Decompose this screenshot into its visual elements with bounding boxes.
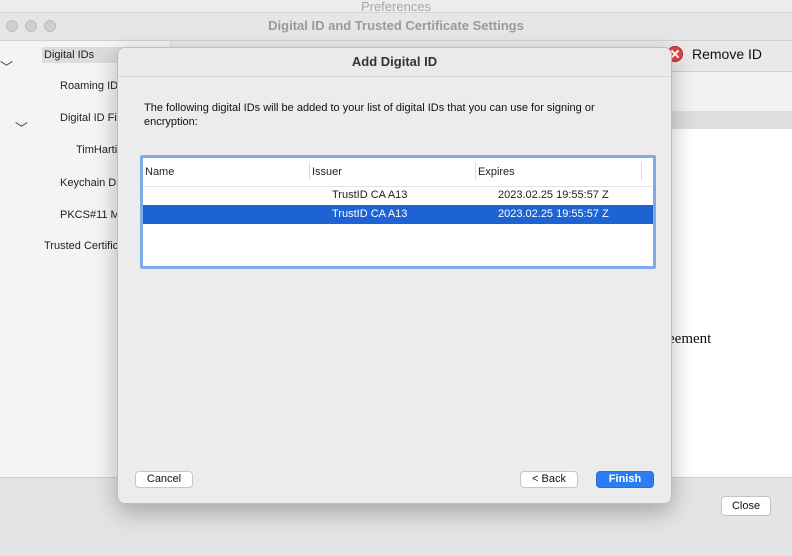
dialog-title: Add Digital ID (118, 48, 671, 77)
sidebar-item-label: Digital IDs (44, 49, 95, 61)
details-text: eement (668, 331, 712, 347)
preferences-title: Preferences (360, 0, 432, 12)
chevron-down-icon[interactable]: ﹀ (15, 118, 28, 137)
back-button[interactable]: < Back (520, 471, 578, 488)
window-titlebar: Digital ID and Trusted Certificate Setti… (0, 13, 792, 41)
cancel-button[interactable]: Cancel (135, 471, 193, 488)
column-header-expires[interactable]: Expires (478, 166, 515, 178)
finish-button[interactable]: Finish (596, 471, 654, 488)
chevron-down-icon[interactable]: ﹀ (0, 57, 13, 76)
cell-issuer: TrustID CA A13 (332, 208, 408, 220)
sidebar-item-digital-id-file[interactable]: TimHarti (76, 144, 117, 156)
column-divider[interactable] (309, 162, 310, 180)
cell-issuer: TrustID CA A13 (332, 189, 408, 201)
digital-id-table[interactable]: Name Issuer Expires TrustID CA A13 2023.… (140, 155, 656, 269)
column-divider[interactable] (475, 162, 476, 180)
table-row[interactable]: TrustID CA A13 2023.02.25 19:55:57 Z (143, 186, 653, 205)
details-pane (671, 129, 792, 477)
list-header (671, 111, 792, 129)
table-row-selected[interactable]: TrustID CA A13 2023.02.25 19:55:57 Z (143, 205, 653, 224)
column-divider[interactable] (641, 162, 642, 180)
cell-expires: 2023.02.25 19:55:57 Z (498, 208, 609, 220)
column-header-issuer[interactable]: Issuer (312, 166, 342, 178)
sidebar-item-roaming-id[interactable]: Roaming ID (60, 80, 118, 92)
remove-id-button[interactable]: Remove ID (667, 46, 762, 62)
close-button[interactable]: Close (721, 496, 771, 516)
dialog-description: The following digital IDs will be added … (144, 102, 595, 128)
remove-id-label: Remove ID (692, 46, 763, 62)
sidebar-item-digital-id-files[interactable]: Digital ID Fi (60, 112, 117, 124)
column-header-name[interactable]: Name (145, 166, 174, 178)
sidebar-item-pkcs11[interactable]: PKCS#11 M (60, 209, 120, 221)
table-header: Name Issuer Expires (143, 158, 653, 187)
window-title: Digital ID and Trusted Certificate Setti… (268, 18, 524, 33)
cell-expires: 2023.02.25 19:55:57 Z (498, 189, 609, 201)
sidebar-item-keychain[interactable]: Keychain Di (60, 177, 119, 189)
sidebar-item-trusted-certificates[interactable]: Trusted Certific (44, 240, 118, 252)
add-digital-id-dialog: Add Digital ID The following digital IDs… (117, 47, 672, 504)
